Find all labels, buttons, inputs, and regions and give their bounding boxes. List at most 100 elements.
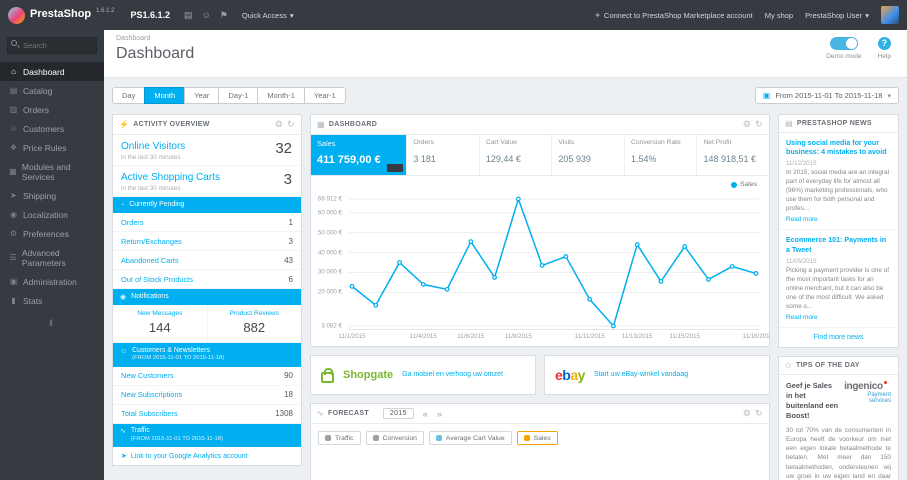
range-year-button[interactable]: Year	[184, 87, 219, 104]
new-messages-cell[interactable]: New Messages 144	[113, 305, 208, 342]
sidebar-item-advanced-parameters[interactable]: ☰ Advanced Parameters	[0, 243, 104, 272]
kpi-cart-value[interactable]: Cart Value 129,44 €	[480, 135, 553, 175]
sidebar-item-dashboard[interactable]: ⌂ Dashboard	[0, 62, 104, 81]
prestashop-logo-icon	[8, 7, 25, 24]
currently-pending-title: Currently Pending	[129, 200, 185, 208]
date-range-picker[interactable]: ▣ From 2015-11-01 To 2015-11-18 ▾	[754, 87, 899, 104]
data-point	[563, 254, 569, 259]
total-subscribers-row[interactable]: Total Subscribers 1308	[113, 405, 301, 424]
demo-mode-toggle[interactable]	[829, 37, 858, 50]
sidebar-item-preferences[interactable]: ⚙ Preferences	[0, 224, 104, 243]
sidebar-item-label: Administration	[23, 276, 77, 287]
collapse-sidebar-button[interactable]: ‖	[0, 310, 104, 336]
ingenico-logo: ingenico Payment services	[844, 381, 891, 421]
page-header: Dashboard Dashboard Demo mode ? Help	[104, 30, 907, 78]
legend-label: Conversion	[382, 434, 417, 442]
range-month-button[interactable]: Month	[144, 87, 185, 104]
refresh-icon[interactable]: ↻	[287, 119, 295, 130]
cart-icon[interactable]: ▤	[184, 10, 193, 21]
new-customers-row[interactable]: New Customers 90	[113, 367, 301, 386]
prestashop-logo[interactable]: PrestaShop 1.6.1.2	[0, 6, 123, 24]
help-icon[interactable]: ?	[877, 37, 891, 50]
gear-icon[interactable]: ⚙	[275, 119, 283, 130]
pending-returns-row[interactable]: Return/Exchanges 3	[113, 232, 301, 251]
ebay-promo[interactable]: ebay Start uw eBay-winkel vandaag	[544, 355, 770, 395]
range-year-1-button[interactable]: Year-1	[303, 87, 346, 104]
forecast-year-select[interactable]: 2015	[382, 408, 414, 419]
brand-version: 1.6.1.2	[96, 8, 115, 14]
article-title-link[interactable]: Using social media for your business: 4 …	[786, 139, 891, 157]
range-button-group: Day Month Year Day-1 Month-1 Year-1	[112, 87, 346, 104]
forecast-avg-cart-toggle[interactable]: Average Cart Value	[428, 431, 512, 445]
quick-access-menu[interactable]: Quick Access ▾	[242, 11, 294, 20]
demo-mode-label: Demo mode	[826, 53, 862, 60]
product-reviews-cell[interactable]: Product Reviews 882	[208, 305, 302, 342]
sidebar-item-stats[interactable]: ▮ Stats	[0, 291, 104, 310]
x-tick-label: 11/13/2015	[621, 333, 653, 340]
article-title-link[interactable]: Ecommerce 101: Payments in a Tweet	[786, 236, 891, 254]
kpi-visits[interactable]: Visits 205 939	[552, 135, 625, 175]
x-tick-label: 11/6/2015	[457, 333, 485, 340]
gear-icon[interactable]: ⚙	[743, 408, 751, 419]
forecast-conversion-toggle[interactable]: Conversion	[365, 431, 424, 445]
find-more-news-link[interactable]: Find more news	[779, 328, 898, 347]
out-of-stock-row[interactable]: Out of Stock Products 6	[113, 270, 301, 289]
range-day-1-button[interactable]: Day-1	[218, 87, 258, 104]
sidebar-item-customers[interactable]: ☺ Customers	[0, 119, 104, 138]
sidebar-item-localization[interactable]: ◉ Localization	[0, 205, 104, 224]
traffic-header: ∿ Traffic (FROM 2015-11-01 TO 2015-11-18…	[113, 423, 301, 447]
sidebar-item-catalog[interactable]: ▤ Catalog	[0, 81, 104, 100]
online-visitors-link[interactable]: Online Visitors	[121, 141, 293, 152]
refresh-icon[interactable]: ↻	[755, 408, 763, 419]
refresh-icon[interactable]: ↻	[755, 119, 763, 130]
dashboard-panel-header: ▦ DASHBOARD ⚙ ↻	[311, 115, 769, 135]
tips-content: Geef je Sales in het buitenland een Boos…	[779, 375, 898, 480]
marketplace-link[interactable]: ✦ Connect to PrestaShop Marketplace acco…	[594, 11, 753, 20]
sidebar-item-price-rules[interactable]: ❖ Price Rules	[0, 138, 104, 157]
legend-dot	[325, 435, 331, 441]
read-more-link[interactable]: Read more	[786, 216, 818, 223]
kpi-orders[interactable]: Orders 3 181	[407, 135, 480, 175]
online-visitors-row: Online Visitors 32 in the last 30 minute…	[113, 135, 301, 166]
online-visitors-value: 32	[275, 140, 292, 157]
person-icon[interactable]: ☺	[202, 10, 211, 21]
search-input[interactable]	[7, 37, 97, 54]
kpi-sales[interactable]: Sales 411 759,00 €	[311, 135, 408, 175]
sidebar-item-shipping[interactable]: ➤ Shipping	[0, 186, 104, 205]
read-more-link[interactable]: Read more	[786, 314, 818, 321]
active-carts-link[interactable]: Active Shopping Carts	[121, 172, 293, 183]
sidebar-item-administration[interactable]: ▣ Administration	[0, 272, 104, 291]
y-tick-label: 66 912 €	[317, 195, 342, 203]
range-month-1-button[interactable]: Month-1	[257, 87, 304, 104]
row-value: 43	[284, 255, 293, 265]
user-avatar[interactable]	[881, 6, 899, 24]
abandoned-carts-row[interactable]: Abandoned Carts 43	[113, 251, 301, 270]
flag-icon[interactable]: ⚑	[220, 10, 228, 21]
next-year-button[interactable]: »	[437, 409, 442, 419]
range-day-button[interactable]: Day	[112, 87, 145, 104]
pending-orders-row[interactable]: Orders 1	[113, 213, 301, 232]
sidebar-item-orders[interactable]: ▥ Orders	[0, 100, 104, 119]
active-carts-value: 3	[283, 171, 292, 188]
sidebar-item-modules[interactable]: ▦ Modules and Services	[0, 157, 104, 186]
data-point	[397, 260, 402, 265]
google-analytics-link[interactable]: ➤ Link to your Google Analytics account	[113, 447, 301, 465]
previous-year-button[interactable]: «	[423, 409, 428, 419]
sidebar-item-label: Customers	[23, 123, 65, 134]
user-menu[interactable]: PrestaShop User ▾	[805, 11, 869, 20]
data-point	[658, 278, 664, 284]
shop-name[interactable]: PS1.6.1.2	[131, 10, 171, 20]
help-control: ? Help	[878, 37, 891, 60]
row-label: New Subscriptions	[121, 390, 183, 399]
my-shop-link[interactable]: My shop	[765, 11, 793, 20]
kpi-net-profit[interactable]: Net Profit 148 918,51 €	[697, 135, 769, 175]
news-panel-header: ▤ PRESTASHOP NEWS	[779, 115, 898, 133]
kpi-conversion-rate[interactable]: Conversion Rate 1.54%	[625, 135, 698, 175]
shopgate-promo[interactable]: Shopgate Ga mobiel en verhoog uw omzet	[310, 355, 536, 395]
kpi-value: 129,44 €	[485, 154, 521, 164]
forecast-traffic-toggle[interactable]: Traffic	[318, 431, 361, 445]
new-subscriptions-row[interactable]: New Subscriptions 18	[113, 386, 301, 405]
forecast-sales-toggle[interactable]: Sales	[516, 431, 558, 445]
gear-icon[interactable]: ⚙	[743, 119, 751, 130]
cell-value: 144	[148, 320, 171, 335]
